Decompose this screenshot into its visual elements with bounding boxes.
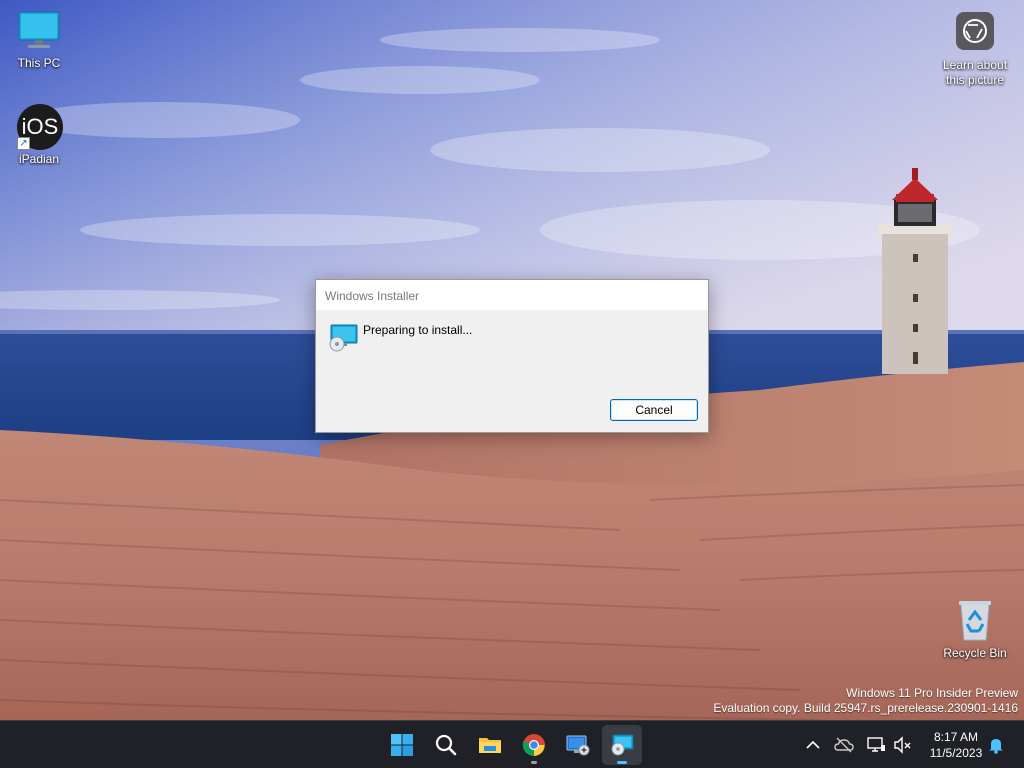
taskbar: 8:17 AM 11/5/2023 bbox=[0, 720, 1024, 768]
recycle-bin-icon bbox=[953, 598, 997, 642]
taskbar-remote-desktop[interactable] bbox=[558, 725, 598, 765]
folder-icon bbox=[479, 738, 501, 753]
ios-app-icon: iOS ↗ bbox=[17, 104, 63, 150]
shortcut-arrow-icon: ↗ bbox=[17, 137, 30, 150]
installer-icon bbox=[611, 734, 634, 756]
taskbar-search-button[interactable] bbox=[426, 725, 466, 765]
evaluation-watermark: Windows 11 Pro Insider Preview Evaluatio… bbox=[713, 686, 1018, 716]
notification-center-button[interactable] bbox=[986, 735, 1006, 755]
desktop-icon-recycle-bin[interactable]: Recycle Bin bbox=[937, 598, 1013, 660]
desktop-icon-label: This PC bbox=[17, 56, 61, 70]
dialog-title: Windows Installer bbox=[325, 289, 420, 303]
network-tray-button[interactable] bbox=[866, 735, 886, 755]
onedrive-tray-button[interactable] bbox=[834, 735, 854, 755]
taskbar-start-button[interactable] bbox=[382, 725, 422, 765]
learn-about-picture-button[interactable] bbox=[956, 12, 994, 50]
cloud-offline-icon bbox=[834, 737, 854, 753]
camera-lens-icon bbox=[963, 19, 987, 43]
desktop-icon-label: iPadian bbox=[18, 152, 60, 166]
watermark-line1: Windows 11 Pro Insider Preview bbox=[846, 686, 1018, 700]
windows-installer-dialog: Windows Installer Preparing to install..… bbox=[315, 279, 709, 433]
show-hidden-icons-button[interactable] bbox=[803, 735, 823, 755]
learn-label-line2: this picture bbox=[945, 73, 1005, 87]
cancel-button[interactable]: Cancel bbox=[610, 399, 698, 421]
clock-date: 11/5/2023 bbox=[929, 746, 983, 760]
windows-logo-icon bbox=[391, 734, 413, 756]
desktop-icon-ipadian[interactable]: iOS ↗ iPadian bbox=[1, 104, 77, 166]
search-icon bbox=[435, 734, 457, 756]
dialog-message: Preparing to install... bbox=[363, 323, 473, 337]
speaker-muted-icon bbox=[894, 736, 911, 754]
chrome-icon bbox=[522, 734, 545, 756]
taskbar-chrome[interactable] bbox=[514, 725, 554, 765]
installer-icon bbox=[328, 324, 358, 352]
desktop-icon-label: Recycle Bin bbox=[943, 646, 1007, 660]
running-indicator bbox=[531, 761, 537, 764]
taskbar-windows-installer[interactable] bbox=[602, 725, 642, 765]
dialog-titlebar[interactable]: Windows Installer bbox=[316, 280, 708, 310]
active-indicator bbox=[617, 761, 627, 764]
desktop-icon-this-pc[interactable]: This PC bbox=[1, 8, 77, 70]
network-icon bbox=[867, 737, 885, 752]
learn-about-picture-label[interactable]: Learn about this picture bbox=[934, 58, 1016, 88]
remote-desktop-icon bbox=[566, 735, 590, 756]
notification-bell-icon bbox=[989, 739, 1003, 754]
volume-tray-button[interactable] bbox=[892, 735, 912, 755]
dialog-body: Preparing to install... Cancel bbox=[316, 310, 708, 432]
taskbar-file-explorer[interactable] bbox=[470, 725, 510, 765]
learn-label-line1: Learn about bbox=[942, 58, 1008, 72]
monitor-icon bbox=[17, 8, 61, 52]
clock-time: 8:17 AM bbox=[933, 730, 979, 744]
watermark-line2: Evaluation copy. Build 25947.rs_prerelea… bbox=[713, 701, 1018, 715]
taskbar-clock[interactable]: 8:17 AM 11/5/2023 bbox=[916, 729, 996, 761]
chevron-up-icon bbox=[806, 740, 820, 749]
